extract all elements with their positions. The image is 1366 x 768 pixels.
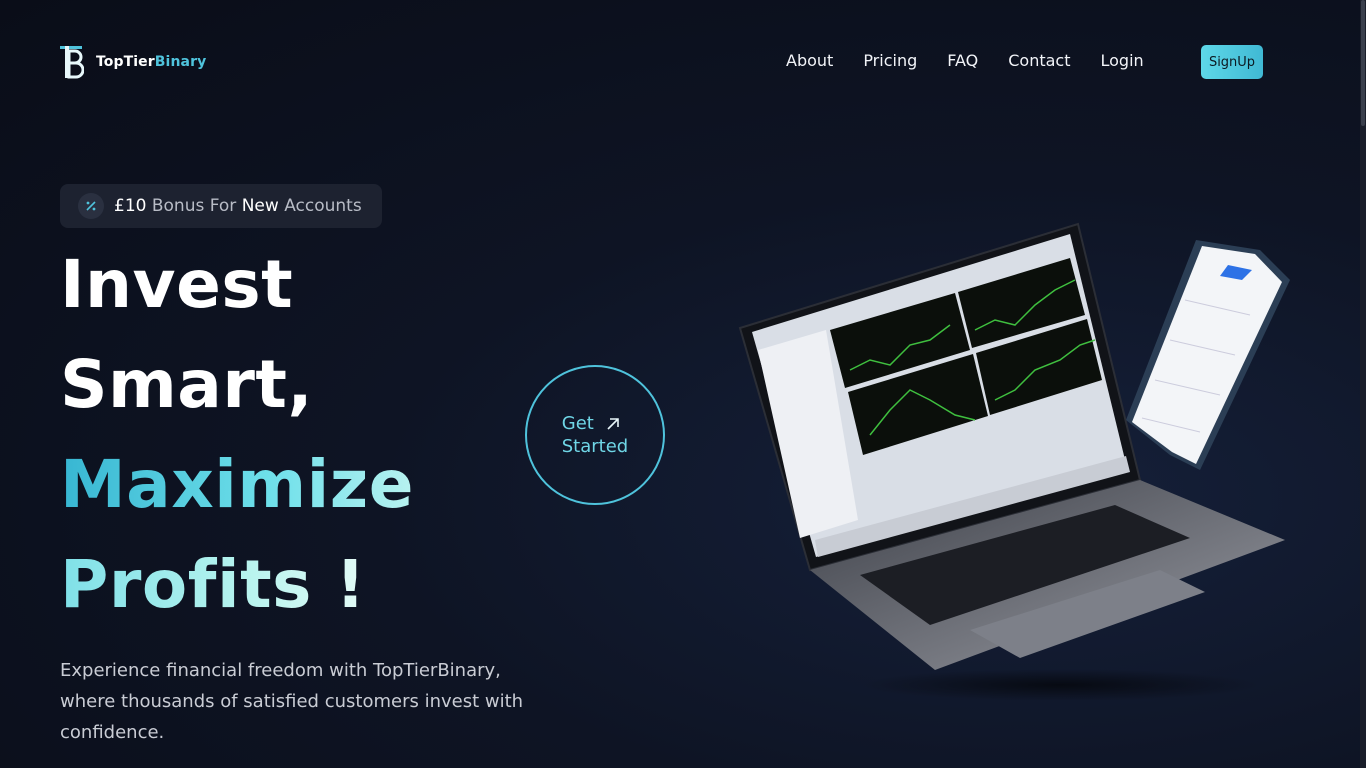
- nav-pricing[interactable]: Pricing: [863, 51, 917, 71]
- bonus-badge: £10 Bonus For New Accounts: [60, 184, 382, 228]
- bonus-amount: £10: [114, 196, 147, 216]
- headline-line1: Invest: [60, 246, 294, 323]
- signup-button[interactable]: SignUp: [1201, 45, 1263, 79]
- phone: [1126, 240, 1290, 470]
- cta-line2: Started: [561, 436, 629, 457]
- cta-line1: Get: [561, 413, 594, 434]
- logo-mark-icon: [60, 46, 84, 79]
- bonus-text: £10 Bonus For New Accounts: [114, 196, 362, 216]
- bonus-word3: Accounts: [284, 196, 362, 216]
- scrollbar-thumb[interactable]: [1361, 0, 1365, 126]
- nav-contact[interactable]: Contact: [1008, 51, 1070, 71]
- devices-illustration: [738, 222, 1290, 700]
- bonus-word2: New: [241, 196, 279, 216]
- brand-name: TopTierBinary: [96, 54, 206, 70]
- arrow-up-right-icon: [607, 418, 619, 430]
- headline-line3: Maximize: [60, 435, 414, 535]
- brand-logo[interactable]: TopTierBinary: [60, 45, 206, 79]
- hero-subtext: Experience financial freedom with TopTie…: [60, 660, 524, 743]
- get-started-button[interactable]: Get Started: [525, 365, 665, 505]
- nav-login[interactable]: Login: [1101, 51, 1144, 71]
- headline-line4: Profits !: [60, 535, 366, 635]
- percent-icon: [78, 193, 104, 219]
- brand-name-part1: TopTier: [96, 54, 155, 70]
- headline-line2: Smart,: [60, 346, 314, 423]
- page-scrollbar[interactable]: [1360, 0, 1366, 768]
- nav-about[interactable]: About: [786, 51, 833, 71]
- nav-faq[interactable]: FAQ: [947, 51, 978, 71]
- brand-name-part2: Binary: [154, 54, 207, 70]
- main-nav: About Pricing FAQ Contact Login: [786, 51, 1174, 71]
- bonus-word1: Bonus For: [151, 196, 237, 216]
